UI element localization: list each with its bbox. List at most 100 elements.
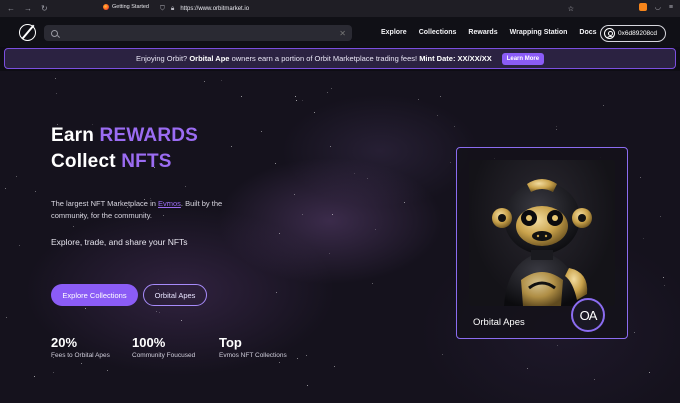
browser-extensions: ◡ ≡ [638,3,673,11]
nav-wrapping-station[interactable]: Wrapping Station [510,29,568,36]
star-dot [403,201,405,203]
orbital-apes-button[interactable]: Orbital Apes [143,284,207,306]
star-dot [556,125,558,127]
url-text[interactable]: https://www.orbitmarket.io [180,6,249,12]
orbit-logo-icon[interactable] [19,24,36,41]
star-dot [334,365,336,367]
reload-icon[interactable]: ↻ [41,4,48,13]
star-dot [276,292,278,294]
star-dot [240,96,242,98]
lock-icon[interactable]: 🔒︎ [171,5,174,13]
shield-icon[interactable]: ⛉ [160,5,165,13]
explore-collections-button[interactable]: Explore Collections [51,284,138,306]
star-dot [648,372,650,374]
star-dot [221,79,223,81]
forward-arrow-icon[interactable]: → [24,4,32,13]
star-dot [34,190,36,192]
search-input[interactable] [64,29,334,37]
stat-top: Top Evmos NFT Collections [219,335,287,359]
learn-more-button[interactable]: Learn More [501,52,545,65]
announcement-mid: owners earn a portion of Orbit Marketpla… [231,54,418,63]
evmos-link[interactable]: Evmos [158,199,181,208]
search-bar[interactable]: ✕ [44,25,352,41]
back-arrow-icon[interactable]: ← [7,4,15,13]
ape-robot-icon [492,179,592,306]
star-dot [80,363,82,365]
announcement-pre: Enjoying Orbit? [135,54,188,63]
main-nav: Explore Collections Rewards Wrapping Sta… [381,17,597,47]
star-dot [314,111,316,113]
star-dot [278,232,280,234]
star-dot [453,125,455,127]
nav-explore[interactable]: Explore [381,29,407,36]
address-bar[interactable]: ⛉ 🔒︎ https://www.orbitmarket.io ☆ [160,2,580,15]
stat-fees: 20% Fees to Orbital Apes [51,335,110,359]
star-dot [437,115,439,117]
star-dot [418,99,420,101]
star-dot [556,345,558,347]
star-dot [375,229,377,231]
nav-collections[interactable]: Collections [419,29,457,36]
star-dot [371,283,373,284]
bookmark-star-icon[interactable]: ☆ [568,5,574,13]
heading-collect: Collect [51,151,116,172]
announcement-bold-ape: Orbital Ape [189,54,230,63]
star-dot [332,213,334,215]
stat-label: Community Foucused [132,352,196,359]
clear-icon[interactable]: ✕ [339,29,346,38]
star-dot [73,226,75,228]
bookmark-label: Getting Started [112,4,149,10]
star-dot [4,187,6,189]
metamask-icon[interactable] [638,3,647,11]
stat-community: 100% Community Foucused [132,335,195,359]
hero-subtitle: Explore, trade, and share your NFTs [51,237,188,247]
announcement-mint-date: Mint Date: XX/XX/XX [419,54,492,63]
star-dot [155,311,157,313]
star-dot [19,245,21,247]
pocket-icon[interactable]: ◡ [655,3,661,11]
star-dot [301,100,303,102]
announcement-bar: Enjoying Orbit? Orbital Ape owners earn … [4,48,676,69]
hero-section: Earn REWARDS Collect NFTS The largest NF… [0,71,680,403]
wallet-button[interactable]: 0x6d89208cd [600,25,666,42]
star-dot [366,178,368,180]
star-dot [330,87,332,89]
heading-rewards: REWARDS [99,125,199,146]
search-icon [51,29,58,37]
menu-icon[interactable]: ≡ [669,4,673,11]
star-dot [301,213,303,215]
star-dot [231,146,233,148]
stat-value: Top [219,335,242,350]
star-dot [275,163,277,165]
hero-heading-line2: Collect NFTS [51,151,172,173]
star-dot [328,253,330,255]
nft-image[interactable] [469,160,615,306]
desc-part-a: The largest NFT Marketplace in [51,199,156,208]
star-dot [639,176,641,178]
bookmark-getting-started[interactable]: Getting Started [103,4,149,10]
nav-rewards[interactable]: Rewards [468,29,497,36]
heading-earn: Earn [51,125,95,146]
star-dot [450,162,452,164]
star-dot [181,320,183,322]
star-dot [184,185,186,187]
stat-label: Evmos NFT Collections [219,352,287,359]
star-dot [594,379,596,381]
star-dot [663,277,665,279]
wallet-address: 0x6d89208cd [618,30,658,37]
star-dot [53,372,55,374]
nav-docs[interactable]: Docs [579,29,596,36]
star-dot [85,307,87,309]
firefox-icon [103,4,109,10]
star-dot [55,93,57,95]
stat-value: 20% [51,335,78,350]
heading-nfts: NFTS [121,151,172,172]
star-dot [295,100,297,102]
orbital-apes-logo-badge: OA [571,298,605,332]
star-dot [16,176,18,178]
star-dot [54,77,56,79]
star-dot [329,145,331,147]
nft-card-title[interactable]: Orbital Apes [473,317,525,328]
featured-nft-card[interactable]: Orbital Apes OA [456,147,628,339]
star-dot [633,331,635,333]
